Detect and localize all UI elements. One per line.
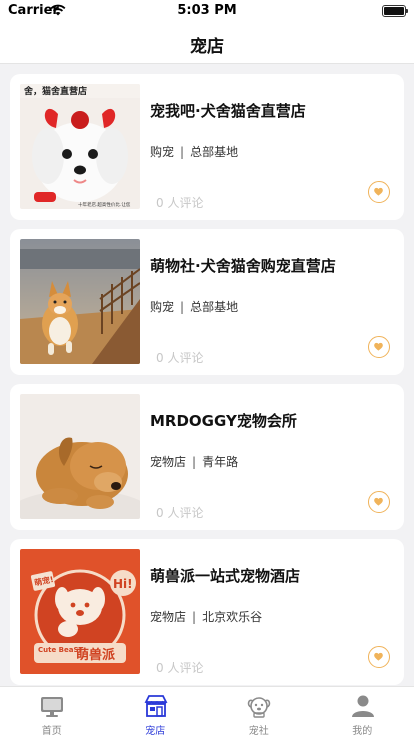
heart-icon [374, 497, 383, 506]
store-card[interactable]: 萌宠! Hi! Cute BeaST 萌兽派 萌兽派一站式宠物酒店 宠物店 | 北京… [10, 539, 404, 685]
favorite-button[interactable] [368, 646, 390, 668]
heart-icon [374, 652, 383, 661]
image-badge-hi: Hi! [113, 577, 133, 591]
person-icon [351, 695, 374, 717]
tab-store[interactable]: 宠店 [104, 687, 208, 736]
meta-divider: | [180, 145, 185, 159]
store-location: 总部基地 [190, 145, 239, 159]
store-card[interactable]: 萌物社·犬舍猫舍购宠直营店 购宠 | 总部基地 0 人评论 [10, 229, 404, 375]
comment-count: 0 人评论 [156, 196, 204, 210]
tab-home[interactable]: 首页 [0, 687, 104, 736]
dog-face-icon [247, 697, 271, 718]
meta-divider: | [192, 610, 197, 624]
favorite-button[interactable] [368, 181, 390, 203]
store-category: 宠物店 [150, 610, 187, 624]
store-name[interactable]: 萌兽派一站式宠物酒店 [150, 565, 300, 586]
store-name[interactable]: MRDOGGY宠物会所 [150, 410, 297, 431]
store-category: 宠物店 [150, 455, 187, 469]
comment-count: 0 人评论 [156, 351, 204, 365]
tab-community-label: 宠社 [248, 726, 269, 736]
image-footer-text: 十年老店.超高性价比.让您 [78, 201, 131, 208]
store-category: 购宠 [150, 145, 175, 159]
store-image-logo: 萌宠! Hi! Cute BeaST 萌兽派 [20, 549, 140, 674]
heart-icon [374, 187, 383, 196]
store-list[interactable]: 舍，猫舍直营店 十年老店.超高性价比.让您 宠我吧·犬舍猫舍直营店 购宠 | 总部基… [0, 64, 414, 686]
monitor-icon [41, 697, 63, 717]
meta-divider: | [180, 300, 185, 314]
tab-profile-label: 我的 [352, 726, 373, 736]
store-location: 总部基地 [190, 300, 239, 314]
favorite-button[interactable] [368, 491, 390, 513]
page-title: 宠店 [190, 37, 224, 57]
tab-store-label: 宠店 [145, 726, 166, 736]
store-meta: 宠物店 | 青年路 [150, 453, 238, 470]
store-category: 购宠 [150, 300, 175, 314]
tab-profile[interactable]: 我的 [311, 687, 414, 736]
favorite-button[interactable] [368, 336, 390, 358]
tab-bar: 首页 宠店 宠社 我的 [0, 686, 414, 736]
tab-home-label: 首页 [41, 726, 62, 736]
comment-count: 0 人评论 [156, 506, 204, 520]
navigation-bar: 宠店 [0, 22, 414, 64]
status-bar: Carrier 5:03 PM [0, 0, 414, 22]
image-banner-text: 舍，猫舍直营店 [23, 85, 87, 97]
store-name[interactable]: 宠我吧·犬舍猫舍直营店 [150, 100, 306, 121]
tab-community[interactable]: 宠社 [207, 687, 311, 736]
store-meta: 购宠 | 总部基地 [150, 143, 238, 160]
store-name[interactable]: 萌物社·犬舍猫舍购宠直营店 [150, 255, 336, 276]
store-image-puppy [20, 394, 140, 519]
battery-icon [382, 5, 408, 17]
store-icon [144, 695, 167, 717]
store-meta: 宠物店 | 北京欢乐谷 [150, 608, 262, 625]
store-location: 青年路 [202, 455, 239, 469]
store-meta: 购宠 | 总部基地 [150, 298, 238, 315]
heart-icon [374, 342, 383, 351]
comment-count: 0 人评论 [156, 661, 204, 675]
store-image-maltese: 舍，猫舍直营店 十年老店.超高性价比.让您 [20, 84, 140, 209]
status-time: 5:03 PM [177, 3, 237, 18]
store-card[interactable]: 舍，猫舍直营店 十年老店.超高性价比.让您 宠我吧·犬舍猫舍直营店 购宠 | 总部基… [10, 74, 404, 220]
store-card[interactable]: MRDOGGY宠物会所 宠物店 | 青年路 0 人评论 [10, 384, 404, 530]
store-location: 北京欢乐谷 [202, 610, 263, 624]
meta-divider: | [192, 455, 197, 469]
image-logo-cn: 萌兽派 [76, 647, 116, 663]
store-image-corgi [20, 239, 140, 364]
